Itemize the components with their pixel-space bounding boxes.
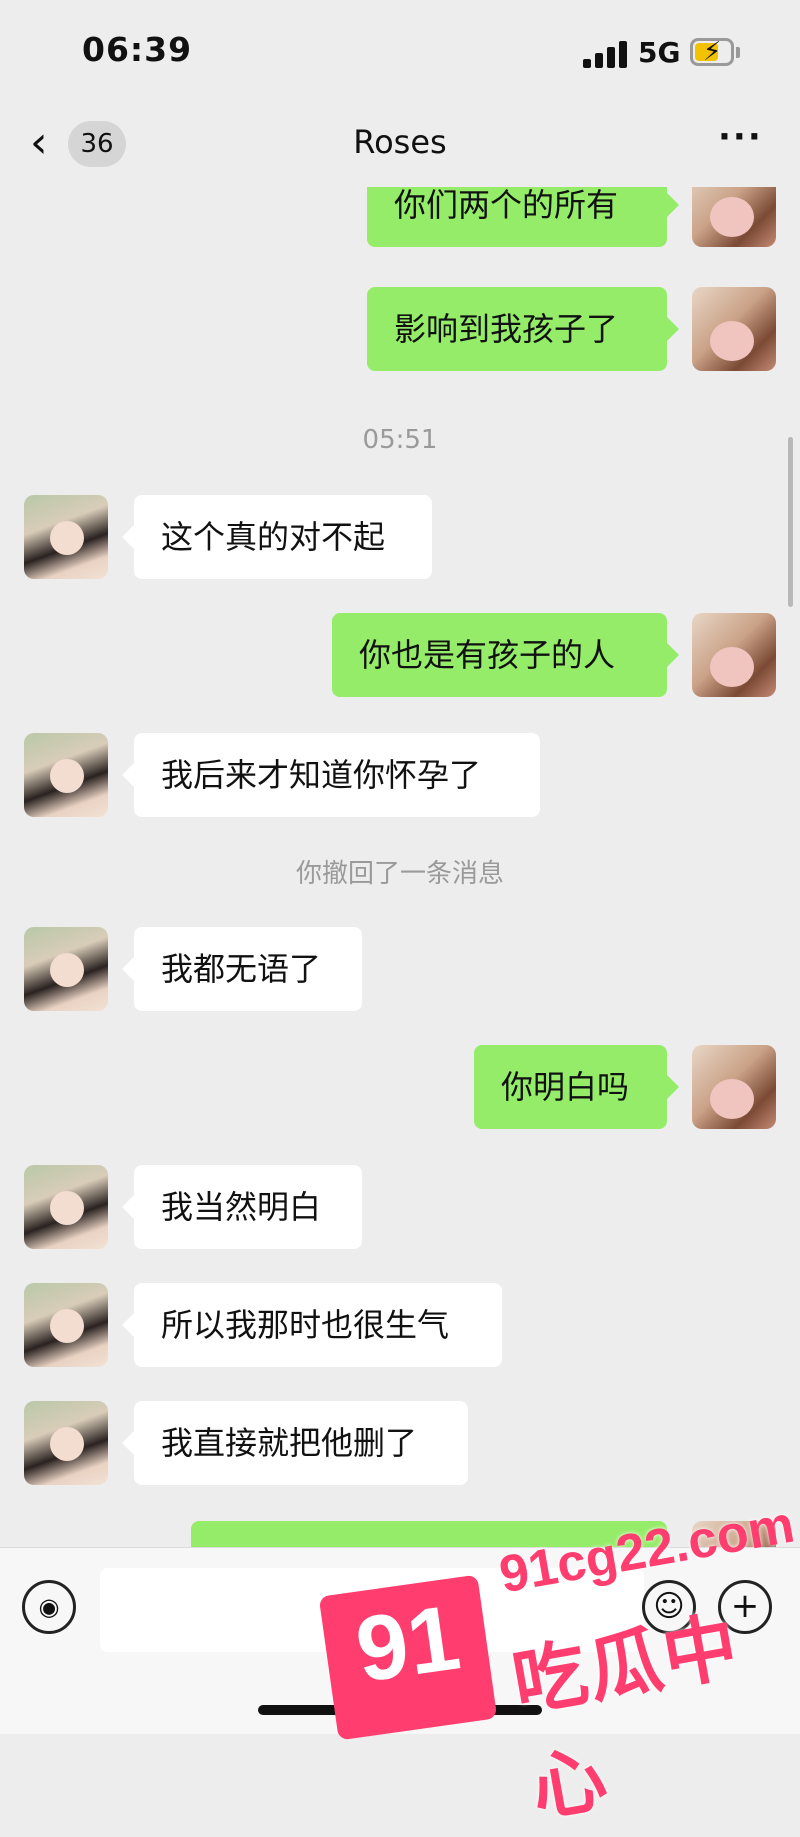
incoming-message[interactable]: 我直接就把他删了	[122, 1401, 468, 1485]
contact-avatar[interactable]	[24, 495, 108, 579]
voice-button[interactable]: ◉	[22, 1580, 76, 1634]
watermark-number: 91	[350, 1586, 466, 1702]
my-avatar[interactable]	[692, 1045, 776, 1129]
incoming-message[interactable]: 所以我那时也很生气	[122, 1283, 502, 1367]
contact-avatar[interactable]	[24, 927, 108, 1011]
my-avatar[interactable]	[692, 613, 776, 697]
my-avatar[interactable]	[692, 187, 776, 247]
battery-tip	[736, 47, 740, 58]
my-avatar[interactable]	[692, 287, 776, 371]
nav-bar: ‹ 36 Roses ···	[0, 105, 800, 187]
incoming-message[interactable]: 我当然明白	[122, 1165, 362, 1249]
more-icon: ···	[718, 117, 763, 157]
incoming-message[interactable]: 这个真的对不起	[122, 495, 432, 579]
more-button[interactable]: ···	[718, 117, 763, 157]
battery-icon: ⚡	[690, 38, 734, 66]
incoming-message[interactable]: 我都无语了	[122, 927, 362, 1011]
status-time: 06:39	[82, 30, 193, 69]
voice-icon: ◉	[38, 1593, 60, 1621]
contact-avatar[interactable]	[24, 733, 108, 817]
contact-avatar[interactable]	[24, 1401, 108, 1485]
chat-title: Roses	[353, 123, 447, 161]
status-bar: 06:39 5G ⚡	[0, 0, 800, 105]
outgoing-message[interactable]: 影响到我孩子了	[367, 287, 679, 371]
recall-notice: 你撤回了一条消息	[295, 859, 504, 889]
contact-avatar[interactable]	[24, 1165, 108, 1249]
incoming-message[interactable]: 我后来才知道你怀孕了	[122, 733, 540, 817]
signal-icon	[583, 40, 627, 68]
message-list[interactable]: 你们两个的所有 影响到我孩子了 05:51 这个真的对不起 你也是有孩子的人 我…	[0, 187, 800, 1547]
contact-avatar[interactable]	[24, 1283, 108, 1367]
outgoing-message[interactable]: 你们两个的所有	[367, 187, 679, 247]
timestamp: 05:51	[362, 425, 438, 455]
outgoing-message[interactable]: 你也是有孩子的人	[332, 613, 679, 697]
network-type: 5G	[638, 36, 681, 69]
scrollbar[interactable]	[788, 437, 793, 607]
outgoing-message[interactable]: 你明白吗	[474, 1045, 679, 1129]
